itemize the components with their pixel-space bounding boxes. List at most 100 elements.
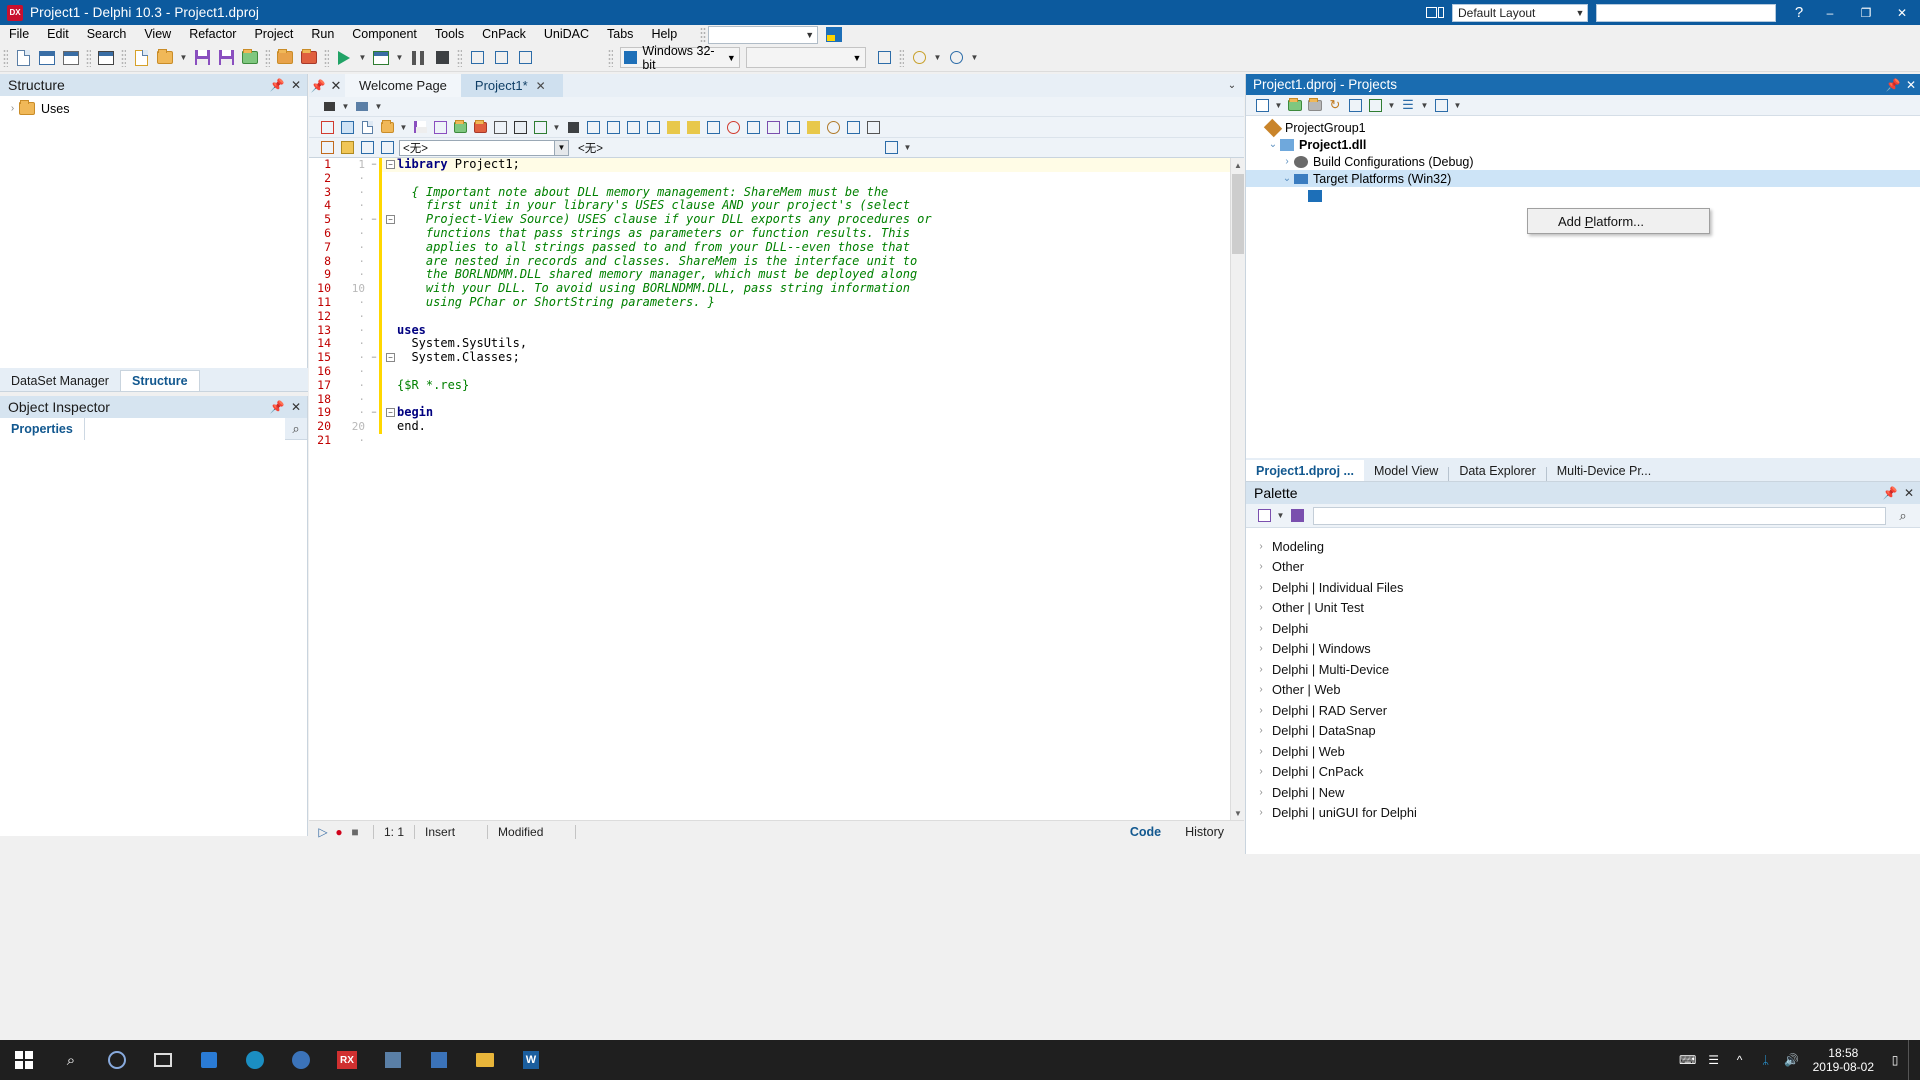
view-options-button[interactable]: [1431, 96, 1451, 115]
code-line[interactable]: − Project-View Source) USES clause if yo…: [382, 212, 1244, 227]
chevron-down-icon[interactable]: ▼: [931, 46, 944, 70]
fold-toggle[interactable]: −: [369, 351, 379, 365]
fold-toggle[interactable]: [369, 282, 379, 296]
scope-combo-left[interactable]: <无> ▼: [399, 139, 569, 156]
view-tab-code[interactable]: Code: [1118, 822, 1173, 842]
pin-icon[interactable]: 📌: [1882, 484, 1898, 502]
navigate-interface-button[interactable]: [317, 138, 337, 157]
download-button[interactable]: [510, 118, 530, 137]
save-file-button[interactable]: [94, 46, 118, 70]
save-unit-button[interactable]: [410, 118, 430, 137]
chevron-right-icon[interactable]: ›: [1254, 602, 1268, 613]
chevron-down-icon[interactable]: ▼: [356, 46, 369, 70]
tab-data-explorer[interactable]: Data Explorer: [1449, 460, 1545, 481]
fold-toggle[interactable]: [369, 420, 379, 434]
scroll-down-icon[interactable]: ▼: [1231, 806, 1244, 820]
code-line[interactable]: applies to all strings passed to and fro…: [382, 240, 1244, 255]
code-line[interactable]: [382, 310, 1244, 324]
layout-combo[interactable]: Default Layout ▼: [1452, 3, 1588, 22]
intf-button[interactable]: [357, 138, 377, 157]
new-file-button[interactable]: [11, 46, 35, 70]
menu-item-help[interactable]: Help: [642, 25, 686, 44]
compile-button[interactable]: [1365, 96, 1385, 115]
open-unit-button[interactable]: [377, 118, 397, 137]
code-line[interactable]: { Important note about DLL memory manage…: [382, 185, 1244, 200]
maximize-button[interactable]: ❐: [1848, 0, 1884, 25]
palette-category-row[interactable]: › Delphi | Individual Files: [1246, 577, 1920, 598]
show-desktop-button[interactable]: [1908, 1040, 1916, 1080]
chevron-right-icon[interactable]: ›: [1254, 643, 1268, 654]
toolbar-grip[interactable]: [899, 48, 904, 67]
volume-icon[interactable]: 🔊: [1779, 1040, 1805, 1080]
code-line[interactable]: using PChar or ShortString parameters. }: [382, 295, 1244, 310]
pin-icon[interactable]: 📌: [269, 398, 285, 416]
step-over-button[interactable]: [465, 46, 489, 70]
open-project-button[interactable]: [59, 46, 83, 70]
chevron-down-icon[interactable]: ▼: [339, 95, 352, 119]
remove-file-button[interactable]: [470, 118, 490, 137]
code-line[interactable]: first unit in your library's USES clause…: [382, 198, 1244, 213]
run-without-debugging-button[interactable]: [369, 46, 393, 70]
fold-toggle[interactable]: [369, 310, 379, 324]
close-button[interactable]: ✕: [1884, 0, 1920, 25]
add-file-button[interactable]: [450, 118, 470, 137]
layers-button[interactable]: ☰: [1398, 96, 1418, 115]
object-inspector-filter-input[interactable]: [83, 417, 285, 440]
format-code-button[interactable]: [317, 118, 337, 137]
taskbar-item-firefox[interactable]: [278, 1040, 324, 1080]
chevron-down-icon[interactable]: ▼: [393, 46, 406, 70]
fold-toggle[interactable]: [369, 379, 379, 393]
print-button[interactable]: [352, 97, 372, 116]
fold-toggle[interactable]: −: [369, 213, 379, 227]
menu-item-component[interactable]: Component: [343, 25, 426, 44]
projects-tree-row[interactable]: [1246, 187, 1920, 204]
pin-icon[interactable]: 📌: [269, 76, 285, 94]
fold-toggle[interactable]: −: [369, 406, 379, 420]
chevron-right-icon[interactable]: ›: [1254, 561, 1268, 572]
target-platform-combo[interactable]: Windows 32-bit ▼: [620, 44, 740, 72]
chevron-down-icon[interactable]: ▼: [1274, 504, 1287, 528]
projects-tree-row[interactable]: ⌄ Target Platforms (Win32): [1246, 170, 1920, 187]
projects-tree[interactable]: ProjectGroup1 ⌄ Project1.dll › Build Configu…: [1246, 116, 1920, 436]
toolbar-grip[interactable]: [86, 48, 91, 67]
taskbar-item-app[interactable]: [416, 1040, 462, 1080]
chevron-down-icon[interactable]: ▼: [1451, 93, 1464, 117]
palette-category-row[interactable]: › Delphi | DataSnap: [1246, 721, 1920, 742]
code-line[interactable]: [382, 365, 1244, 379]
taskbar-item-taskview[interactable]: [140, 1040, 186, 1080]
menu-combo[interactable]: ▼: [708, 25, 819, 44]
menu-item-refactor[interactable]: Refactor: [180, 25, 245, 44]
palette-category-row[interactable]: › Other | Unit Test: [1246, 598, 1920, 619]
sort-button[interactable]: [803, 118, 823, 137]
taskbar-item-rx[interactable]: RX: [324, 1040, 370, 1080]
close-icon[interactable]: ✕: [1901, 484, 1917, 502]
chevron-right-icon[interactable]: ›: [1254, 684, 1268, 695]
search-icon[interactable]: ⌕: [285, 418, 307, 440]
fold-toggle[interactable]: [369, 172, 379, 186]
chevron-down-icon[interactable]: ▼: [968, 46, 981, 70]
chevron-right-icon[interactable]: ›: [1254, 725, 1268, 736]
chevron-down-icon[interactable]: ⌄: [1220, 80, 1244, 91]
chevron-right-icon[interactable]: ›: [1254, 746, 1268, 757]
menu-item-run[interactable]: Run: [302, 25, 343, 44]
palette-category-row[interactable]: › Delphi | Windows: [1246, 639, 1920, 660]
toolbar-grip[interactable]: [265, 48, 270, 67]
remove-from-project-button[interactable]: [273, 46, 297, 70]
stop-editor-button[interactable]: [563, 118, 583, 137]
tab-model-view[interactable]: Model View: [1364, 460, 1448, 481]
chevron-down-icon[interactable]: ▼: [901, 136, 914, 160]
open-folder-button[interactable]: [153, 46, 177, 70]
toolbar-grip[interactable]: [3, 48, 8, 67]
code-line[interactable]: − System.Classes;: [382, 350, 1244, 365]
fold-toggle[interactable]: [369, 337, 379, 351]
code-text[interactable]: − library Project1; { Important note abou…: [382, 158, 1244, 820]
goto-bookmark-button[interactable]: [683, 118, 703, 137]
tab-properties[interactable]: Properties: [0, 417, 84, 440]
palette-category-row[interactable]: › Delphi | Web: [1246, 741, 1920, 762]
procedure-list-button[interactable]: [337, 118, 357, 137]
build-button[interactable]: [1345, 96, 1365, 115]
class-view-button[interactable]: [881, 138, 901, 157]
chevron-right-icon[interactable]: ›: [1254, 623, 1268, 634]
palette-pointer-button[interactable]: [1287, 506, 1307, 525]
chevron-right-icon[interactable]: ›: [1254, 787, 1268, 798]
